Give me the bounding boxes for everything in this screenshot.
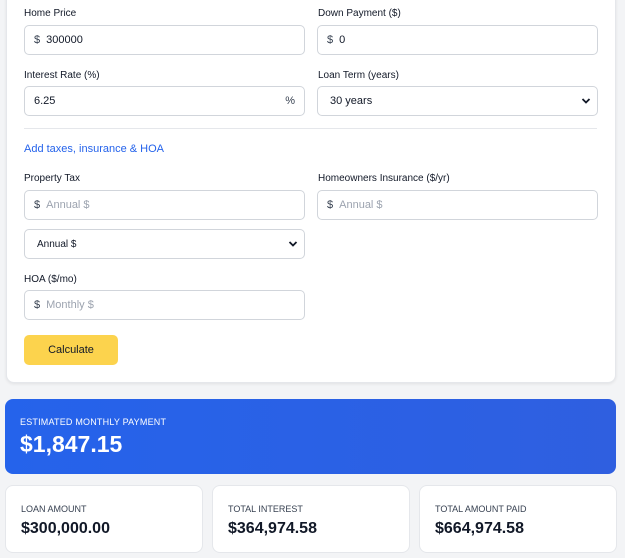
total-paid-card: TOTAL AMOUNT PAID $664,974.58 xyxy=(419,485,617,553)
hoa-prefix: $ xyxy=(34,299,41,311)
home-price-label: Home Price xyxy=(24,8,77,19)
total-interest-value: $364,974.58 xyxy=(228,520,317,537)
add-extras-link[interactable]: Add taxes, insurance & HOA xyxy=(24,143,164,155)
chevron-down-icon xyxy=(288,241,298,247)
insurance-prefix: $ xyxy=(327,199,334,211)
monthly-payment-title: ESTIMATED MONTHLY PAYMENT xyxy=(20,417,167,427)
down-payment-prefix: $ xyxy=(327,34,334,46)
property-tax-input[interactable]: $ Annual $ xyxy=(24,190,305,220)
home-price-input[interactable]: $ 300000 xyxy=(24,25,305,55)
home-price-prefix: $ xyxy=(34,34,41,46)
total-interest-card: TOTAL INTEREST $364,974.58 xyxy=(212,485,410,553)
interest-rate-value: 6.25 xyxy=(34,95,56,107)
chevron-down-icon xyxy=(581,98,591,104)
loan-term-value: 30 years xyxy=(330,95,373,107)
total-paid-value: $664,974.58 xyxy=(435,520,524,537)
insurance-placeholder: Annual $ xyxy=(339,199,383,211)
monthly-payment-card: ESTIMATED MONTHLY PAYMENT $1,847.15 xyxy=(5,399,616,474)
insurance-label: Homeowners Insurance ($/yr) xyxy=(318,173,450,184)
loan-term-select[interactable]: 30 years xyxy=(317,86,598,116)
loan-term-label: Loan Term (years) xyxy=(318,70,399,81)
hoa-placeholder: Monthly $ xyxy=(46,299,94,311)
property-tax-mode-value: Annual $ xyxy=(37,238,77,250)
property-tax-placeholder: Annual $ xyxy=(46,199,90,211)
section-divider xyxy=(24,128,597,129)
total-paid-title: TOTAL AMOUNT PAID xyxy=(435,504,527,514)
interest-rate-input[interactable]: 6.25 % xyxy=(24,86,305,116)
hoa-input[interactable]: $ Monthly $ xyxy=(24,290,305,320)
property-tax-mode-select[interactable]: Annual $ xyxy=(24,229,305,259)
home-price-value: 300000 xyxy=(46,34,83,46)
percent-suffix: % xyxy=(285,95,295,107)
hoa-label: HOA ($/mo) xyxy=(24,274,77,285)
property-tax-label: Property Tax xyxy=(24,173,80,184)
down-payment-label: Down Payment ($) xyxy=(318,8,401,19)
down-payment-input[interactable]: $ 0 xyxy=(317,25,598,55)
property-tax-prefix: $ xyxy=(34,199,41,211)
insurance-input[interactable]: $ Annual $ xyxy=(317,190,598,220)
total-interest-title: TOTAL INTEREST xyxy=(228,504,303,514)
loan-amount-card: LOAN AMOUNT $300,000.00 xyxy=(5,485,203,553)
interest-rate-label: Interest Rate (%) xyxy=(24,70,100,81)
loan-amount-title: LOAN AMOUNT xyxy=(21,504,87,514)
monthly-payment-value: $1,847.15 xyxy=(20,431,123,457)
calculate-button[interactable]: Calculate xyxy=(24,335,118,365)
down-payment-value: 0 xyxy=(339,34,346,46)
loan-amount-value: $300,000.00 xyxy=(21,520,110,537)
